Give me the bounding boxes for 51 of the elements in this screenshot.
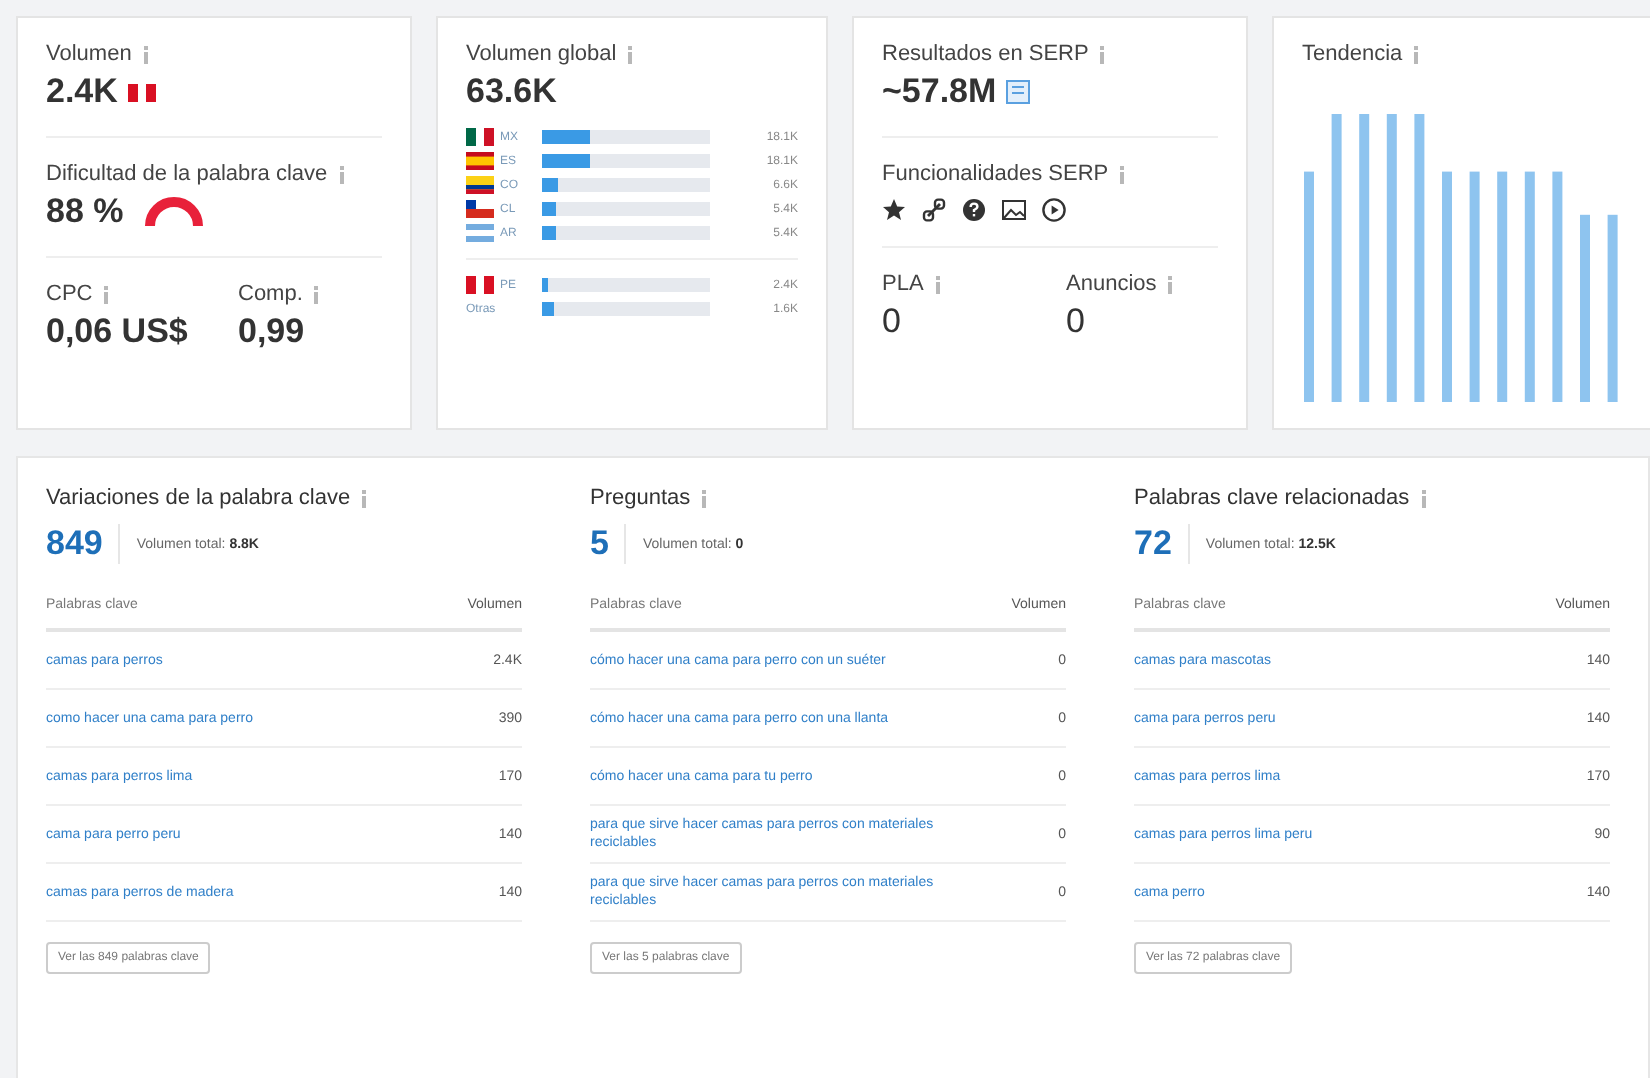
metric-value: 0,06 US$ xyxy=(46,312,188,352)
metric-value: ~57.8M xyxy=(882,72,997,112)
flag-icon xyxy=(466,176,494,194)
info-icon xyxy=(1417,488,1430,508)
info-icon xyxy=(1096,44,1109,64)
metric-label: Comp. xyxy=(238,282,303,306)
document-icon xyxy=(1006,80,1031,104)
info-icon xyxy=(335,164,348,184)
link-icon xyxy=(922,198,946,222)
flag-icon xyxy=(466,276,494,294)
info-icon xyxy=(931,274,944,294)
image-icon xyxy=(1002,198,1026,222)
section-title: Variaciones de la palabra clave xyxy=(46,486,351,510)
flag-icon xyxy=(466,200,494,218)
metric-label: CPC xyxy=(46,282,93,306)
flag-icon xyxy=(466,128,494,146)
metric-value: 63.6K xyxy=(466,72,557,112)
info-icon xyxy=(310,284,323,304)
metric-label: Tendencia xyxy=(1302,42,1403,66)
keyword-count: 5 xyxy=(590,524,627,564)
info-icon xyxy=(624,44,637,64)
metric-label: Funcionalidades SERP xyxy=(882,162,1109,186)
section-title: Preguntas xyxy=(590,486,691,510)
info-icon xyxy=(100,284,113,304)
keyword-count: 72 xyxy=(1134,524,1190,564)
metric-value: 88 % xyxy=(46,192,124,232)
flag-icon xyxy=(466,152,494,170)
metric-label: PLA xyxy=(882,272,924,296)
metric-label: Dificultad de la palabra clave xyxy=(46,162,328,186)
flag-icon xyxy=(127,83,156,101)
info-icon xyxy=(139,44,152,64)
info-icon xyxy=(1410,44,1423,64)
info-icon xyxy=(358,488,371,508)
metric-label: Anuncios xyxy=(1066,272,1157,296)
metric-value: 0 xyxy=(1066,302,1085,342)
metric-label: Resultados en SERP xyxy=(882,42,1089,66)
star-icon xyxy=(882,198,906,222)
question-icon xyxy=(962,198,986,222)
keyword-count: 849 xyxy=(46,524,121,564)
flag-icon xyxy=(466,224,494,242)
metric-value: 2.4K xyxy=(46,72,118,112)
metric-label: Volumen global xyxy=(466,42,617,66)
metric-value: 0 xyxy=(882,302,901,342)
play-circle-icon xyxy=(1042,198,1066,222)
info-icon xyxy=(1164,274,1177,294)
section-title: Palabras clave relacionadas xyxy=(1134,486,1410,510)
gauge-icon xyxy=(141,196,206,228)
metric-label: Volumen xyxy=(46,42,132,66)
info-icon xyxy=(1116,164,1129,184)
info-icon xyxy=(698,488,711,508)
metric-value: 0,99 xyxy=(238,312,305,352)
